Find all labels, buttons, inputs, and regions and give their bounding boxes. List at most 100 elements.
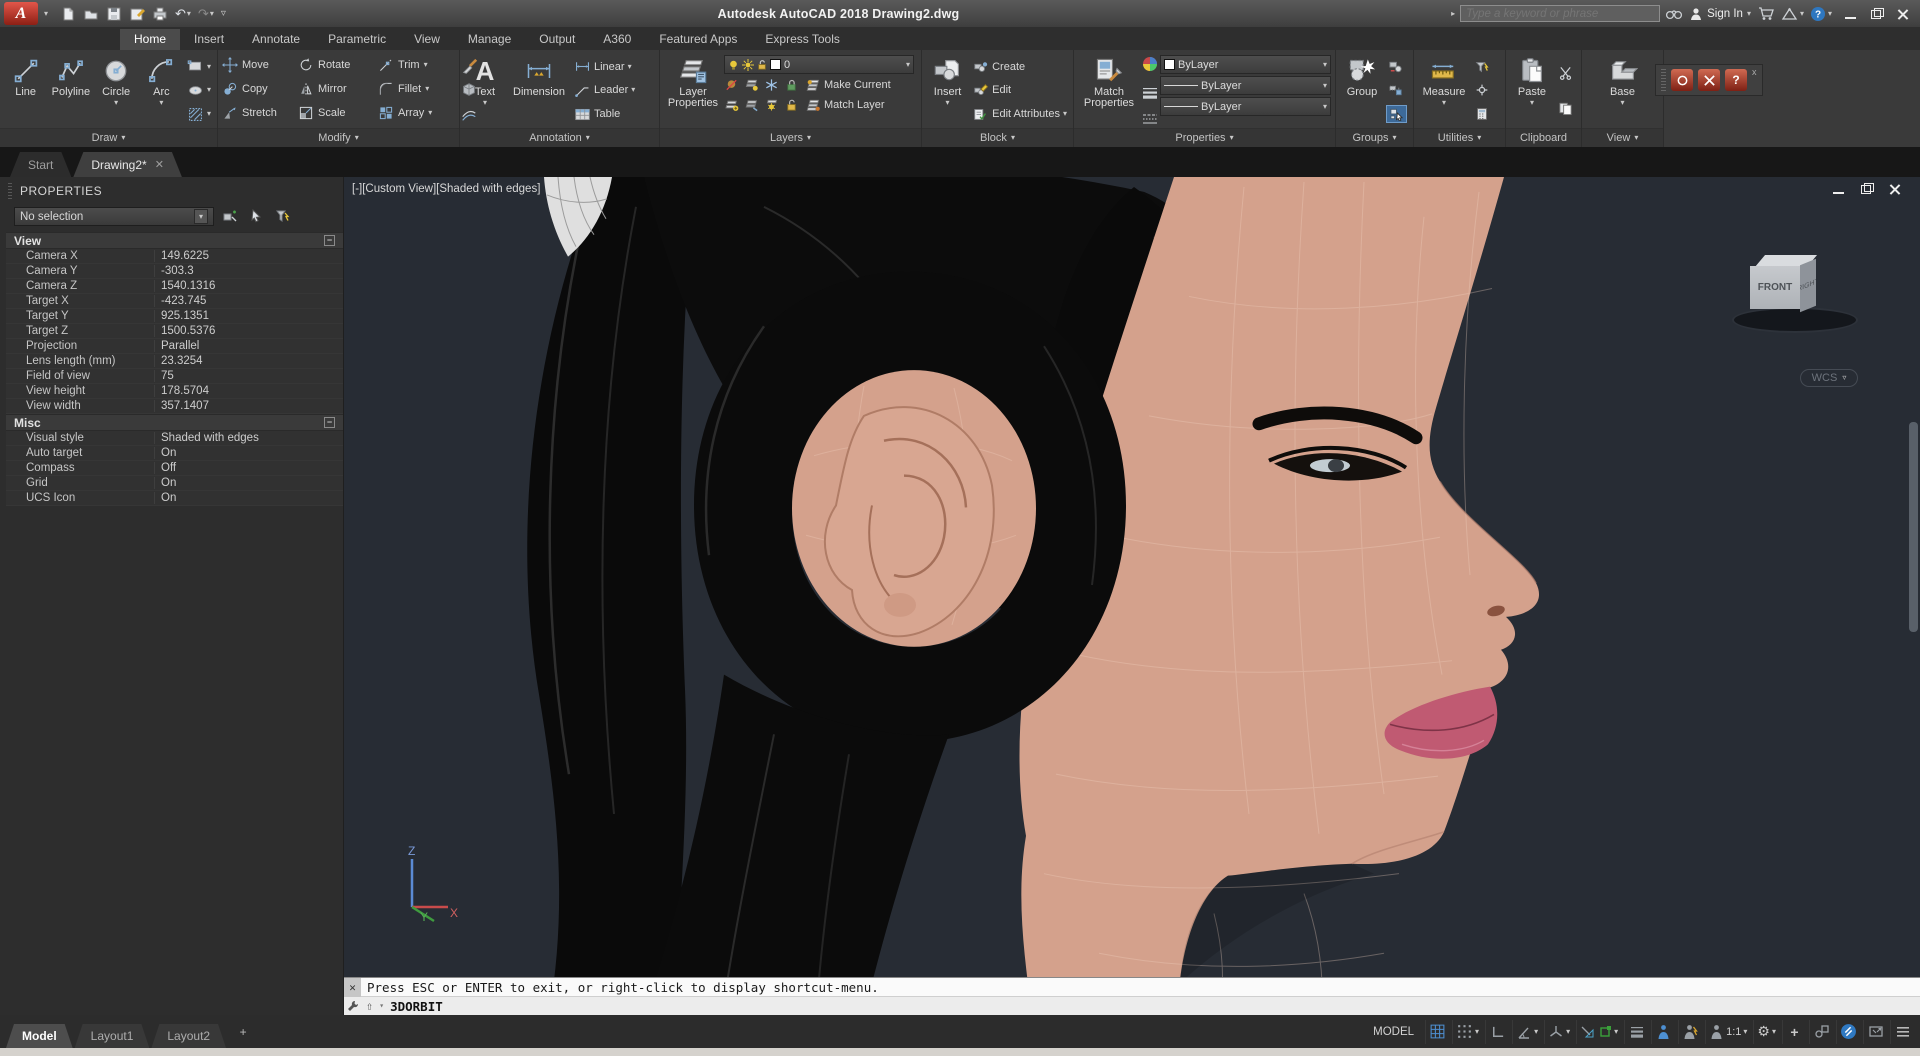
ribbon-tab[interactable]: A360 xyxy=(589,29,645,50)
arc-button[interactable]: Arc ▾ xyxy=(140,53,183,128)
stretch-button[interactable]: Stretch xyxy=(222,105,298,121)
property-value[interactable]: -303.3 xyxy=(154,265,343,277)
property-value[interactable]: Off xyxy=(154,462,343,474)
layer-lock-fade-icon[interactable] xyxy=(784,78,799,92)
block-create-button[interactable]: Create xyxy=(971,58,1069,76)
drawing-viewport[interactable]: [-] [Custom View] [Shaded with edges] FR… xyxy=(344,177,1920,1015)
panel-label-block[interactable]: Block▾ xyxy=(922,128,1073,147)
property-row[interactable]: Target Z 1500.5376 xyxy=(6,324,343,339)
viewcube-right-face[interactable]: RIGHT xyxy=(1800,259,1816,312)
property-row[interactable]: Camera X 149.6225 xyxy=(6,249,343,264)
close-button[interactable] xyxy=(1896,8,1910,20)
file-tab[interactable]: Drawing2*✕ xyxy=(73,152,182,177)
new-file-icon[interactable] xyxy=(60,6,76,22)
lineweight-icon[interactable] xyxy=(1142,87,1158,99)
undo-icon[interactable]: ↶▾ xyxy=(175,7,191,20)
drawing-restore-button[interactable] xyxy=(1860,183,1874,195)
property-value[interactable]: Shaded with edges xyxy=(154,432,343,444)
linetype-combo[interactable]: ByLayer▾ xyxy=(1160,97,1331,116)
property-row[interactable]: Camera Z 1540.1316 xyxy=(6,279,343,294)
panel-label-utilities[interactable]: Utilities▾ xyxy=(1414,128,1505,147)
layer-unlock-all-icon[interactable] xyxy=(784,98,799,112)
file-tab[interactable]: Start✕ xyxy=(10,152,71,177)
active-command[interactable]: 3DORBIT xyxy=(390,999,443,1014)
ribbon-tab[interactable]: Parametric xyxy=(314,29,400,50)
property-value[interactable]: On xyxy=(154,447,343,459)
annotation-scale-control[interactable]: 1:1▾ xyxy=(1705,1020,1750,1044)
tools-icon[interactable] xyxy=(1698,69,1720,91)
viewport-view-control[interactable]: [Custom View] xyxy=(362,183,436,195)
property-row[interactable]: Target Y 925.1351 xyxy=(6,309,343,324)
leader-button[interactable]: Leader▾ xyxy=(572,81,637,99)
section-header-misc[interactable]: Misc − xyxy=(6,414,343,431)
section-header-view[interactable]: View − xyxy=(6,232,343,249)
panel-label-properties[interactable]: Properties▾ xyxy=(1074,128,1335,147)
command-options-icon[interactable]: ▾ xyxy=(379,1002,384,1010)
ortho-toggle[interactable] xyxy=(1485,1020,1509,1044)
ellipse-button[interactable]: ▾ xyxy=(185,81,213,99)
fillet-button[interactable]: Fillet▾ xyxy=(378,81,456,97)
collapse-icon[interactable]: − xyxy=(324,417,335,428)
store-cart-icon[interactable] xyxy=(1757,6,1775,21)
property-row[interactable]: Target X -423.745 xyxy=(6,294,343,309)
wcs-button[interactable]: WCS▿ xyxy=(1800,369,1858,387)
viewport-style-control[interactable]: [Shaded with edges] xyxy=(436,183,540,195)
layout-tab[interactable]: Model xyxy=(6,1024,73,1048)
edit-attributes-button[interactable]: Edit Attributes▾ xyxy=(971,105,1069,123)
sign-in[interactable]: Sign In ▾ xyxy=(1689,7,1751,21)
property-row[interactable]: View width 357.1407 xyxy=(6,399,343,414)
status-menu-button[interactable] xyxy=(1890,1020,1914,1044)
ribbon-tab[interactable]: Featured Apps xyxy=(645,29,751,50)
ribbon-tab[interactable]: View xyxy=(400,29,454,50)
mirror-button[interactable]: Mirror xyxy=(298,81,378,97)
customization-plus-button[interactable]: + xyxy=(1782,1020,1806,1044)
app-menu-arrow-icon[interactable]: ▾ xyxy=(44,10,48,18)
layer-thaw-all-icon[interactable] xyxy=(764,98,779,112)
property-row[interactable]: UCS Icon On xyxy=(6,491,343,506)
property-value[interactable]: 1540.1316 xyxy=(154,280,343,292)
viewcube-ring[interactable] xyxy=(1732,307,1858,333)
cut-button[interactable] xyxy=(1556,64,1575,82)
property-value[interactable]: 149.6225 xyxy=(154,250,343,262)
a360-icon[interactable]: ▾ xyxy=(1781,7,1804,21)
measure-button[interactable]: Measure ▾ xyxy=(1418,53,1470,128)
clean-screen-toggle[interactable] xyxy=(1863,1020,1887,1044)
save-as-icon[interactable] xyxy=(129,6,145,22)
layer-isolate-icon[interactable] xyxy=(744,78,759,92)
object-color-combo[interactable]: ByLayer▾ xyxy=(1160,55,1331,74)
panel-label-layers[interactable]: Layers▾ xyxy=(660,128,921,147)
workspace-switching-control[interactable]: ⚙▾ xyxy=(1753,1020,1779,1044)
copy-button[interactable]: Copy xyxy=(222,81,298,97)
save-icon[interactable] xyxy=(106,6,122,22)
panel-label-modify[interactable]: Modify▾ xyxy=(218,128,459,147)
insert-button[interactable]: Insert ▾ xyxy=(926,53,969,128)
command-close-icon[interactable]: ✕ xyxy=(344,978,361,997)
property-value[interactable]: 1500.5376 xyxy=(154,325,343,337)
toolbar-grip[interactable] xyxy=(1661,69,1666,91)
group-edit-button[interactable] xyxy=(1386,81,1407,99)
panel-label-draw[interactable]: Draw▾ xyxy=(0,128,217,147)
panel-label-groups[interactable]: Groups▾ xyxy=(1336,128,1413,147)
minimize-button[interactable] xyxy=(1844,8,1858,20)
new-layout-button[interactable]: + xyxy=(232,1022,254,1042)
object-snap-toggle[interactable]: ▾ xyxy=(1576,1020,1621,1044)
line-button[interactable]: Line xyxy=(4,53,47,128)
layout-tab[interactable]: Layout2 xyxy=(151,1024,226,1048)
isolate-objects-toggle[interactable] xyxy=(1809,1020,1833,1044)
panel-label-clipboard[interactable]: Clipboard xyxy=(1506,128,1581,147)
palette-header[interactable]: PROPERTIES xyxy=(0,177,343,204)
group-selection-toggle[interactable] xyxy=(1386,105,1407,123)
annotation-visibility-toggle[interactable] xyxy=(1651,1020,1675,1044)
polar-tracking-toggle[interactable]: ▾ xyxy=(1512,1020,1541,1044)
quick-calc-button[interactable] xyxy=(1472,105,1492,123)
property-value[interactable]: 23.3254 xyxy=(154,355,343,367)
linear-button[interactable]: Linear▾ xyxy=(572,58,637,76)
base-button[interactable]: Base ▾ xyxy=(1595,53,1651,128)
circle-dropdown-icon[interactable]: ▾ xyxy=(114,99,118,107)
layer-freeze-icon[interactable] xyxy=(764,78,779,92)
drawing-close-button[interactable] xyxy=(1888,183,1902,195)
panel-label-annotation[interactable]: Annotation▾ xyxy=(460,128,659,147)
hardware-acceleration-toggle[interactable] xyxy=(1836,1020,1860,1044)
property-row[interactable]: Projection Parallel xyxy=(6,339,343,354)
panel-label-view[interactable]: View▾ xyxy=(1582,128,1663,147)
